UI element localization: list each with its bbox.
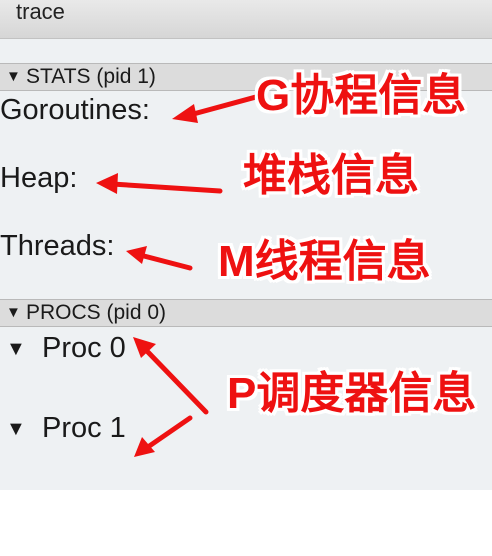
threads-label[interactable]: Threads: [0, 230, 114, 262]
proc-label: Proc 0 [42, 332, 126, 364]
procs-header-label: PROCS (pid 0) [26, 301, 167, 324]
procs-section-header[interactable]: ▼ PROCS (pid 0) [0, 299, 492, 327]
collapse-triangle-icon[interactable]: ▼ [6, 64, 26, 90]
proc-row-0[interactable]: ▼ Proc 0 [6, 332, 126, 365]
collapse-triangle-icon[interactable]: ▼ [6, 300, 26, 326]
annotation-procs: P调度器信息 [227, 369, 477, 418]
expand-triangle-icon[interactable]: ▼ [6, 333, 42, 365]
annotation-goroutines: G协程信息 [256, 71, 467, 120]
annotation-heap: 堆栈信息 [243, 151, 419, 200]
expand-triangle-icon[interactable]: ▼ [6, 413, 42, 445]
goroutines-label[interactable]: Goroutines: [0, 94, 150, 126]
heap-label[interactable]: Heap: [0, 162, 77, 194]
annotation-threads: M线程信息 [218, 237, 431, 286]
stats-header-label: STATS (pid 1) [26, 65, 156, 88]
proc-label: Proc 1 [42, 412, 126, 444]
proc-row-1[interactable]: ▼ Proc 1 [6, 412, 126, 445]
window-title: trace [16, 0, 65, 24]
title-bar: trace [0, 0, 492, 39]
